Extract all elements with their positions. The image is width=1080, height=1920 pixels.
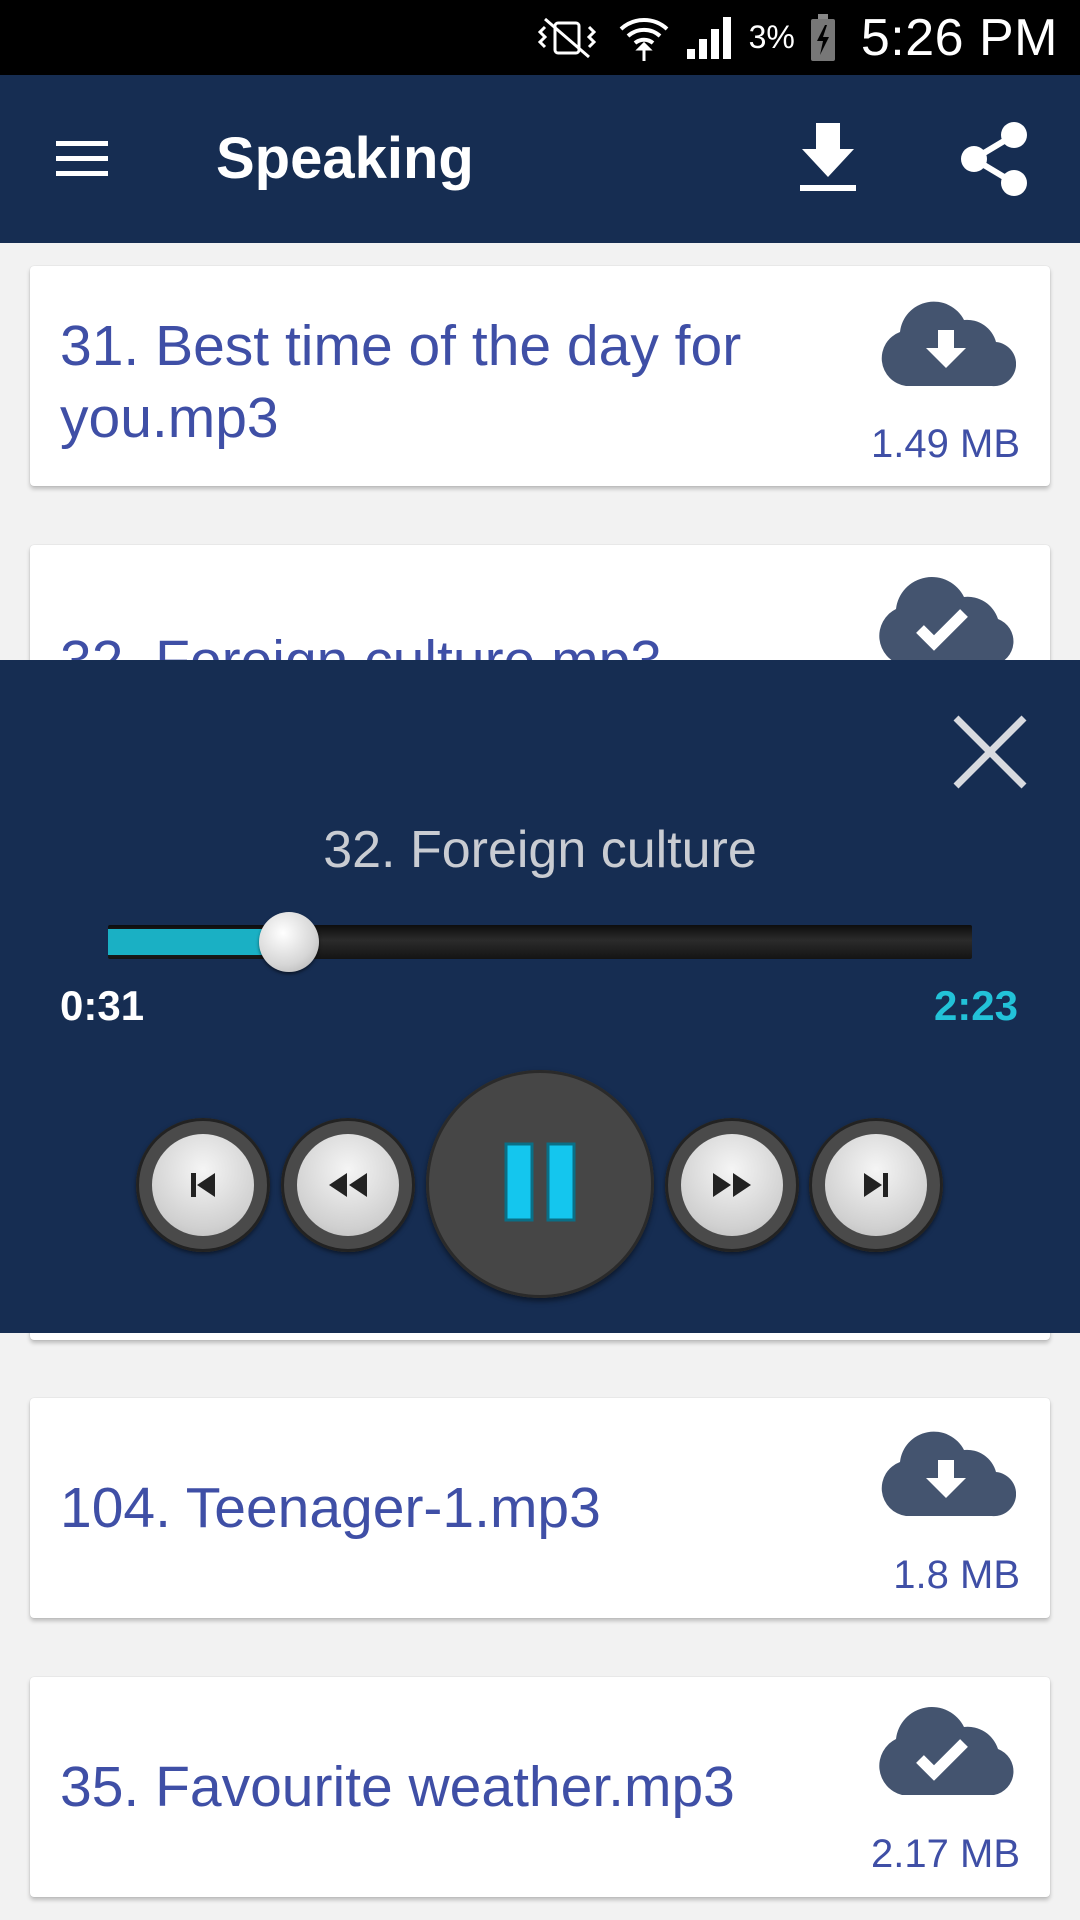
total-time: 2:23 <box>933 982 1018 1029</box>
file-size: 1.8 MB <box>893 1553 1020 1597</box>
file-size: 2.17 MB <box>871 1832 1020 1876</box>
list-item-name: 35. Favourite weather.mp3 <box>60 1755 735 1819</box>
close-icon[interactable] <box>950 712 1030 792</box>
rewind-button[interactable] <box>281 1118 415 1252</box>
cloud-check-icon[interactable] <box>870 569 1014 669</box>
file-size: 1.49 MB <box>871 422 1020 466</box>
battery-percent: 3% <box>748 19 795 55</box>
cloud-check-icon[interactable] <box>870 1699 1014 1799</box>
current-time: 0:31 <box>60 982 145 1029</box>
cloud-download-icon[interactable] <box>876 290 1017 390</box>
cloud-download-icon[interactable] <box>876 1420 1017 1520</box>
skip-previous-icon <box>152 1134 254 1236</box>
wifi-icon <box>617 13 671 63</box>
seek-thumb[interactable] <box>259 912 320 972</box>
audio-player-panel: 32. Foreign culture 0:31 2:23 <box>0 660 1080 1333</box>
skip-next-icon <box>825 1134 927 1236</box>
list-item[interactable]: 31. Best time of the day for you.mp3 1.4… <box>30 266 1050 486</box>
page-title: Speaking <box>216 126 474 191</box>
list-item-name: 31. Best time of the day for you.mp3 <box>60 314 742 450</box>
menu-icon[interactable] <box>50 133 114 183</box>
app-screen: 3% 5:26 PM Speaking 31. Best time of the… <box>0 0 1080 1920</box>
fast-forward-button[interactable] <box>665 1118 799 1252</box>
vibrate-mute-icon <box>531 15 603 61</box>
track-title: 32. Foreign culture <box>323 821 757 879</box>
seek-bar[interactable] <box>108 912 972 972</box>
rewind-icon <box>297 1134 399 1236</box>
skip-previous-button[interactable] <box>136 1118 270 1252</box>
fast-forward-icon <box>681 1134 783 1236</box>
download-icon[interactable] <box>796 117 860 197</box>
status-bar: 3% 5:26 PM <box>0 0 1080 75</box>
status-clock: 5:26 PM <box>860 8 1058 67</box>
list-item[interactable]: 35. Favourite weather.mp3 2.17 MB <box>30 1677 1050 1897</box>
signal-icon <box>685 15 735 61</box>
app-bar: Speaking <box>0 75 1080 243</box>
pause-button[interactable] <box>426 1070 654 1298</box>
list-item-name: 104. Teenager-1.mp3 <box>60 1476 601 1540</box>
pause-icon <box>498 1140 582 1229</box>
list-item[interactable]: 104. Teenager-1.mp3 1.8 MB <box>30 1398 1050 1618</box>
skip-next-button[interactable] <box>809 1118 943 1252</box>
battery-charging-icon <box>809 13 837 63</box>
share-icon[interactable] <box>958 119 1030 199</box>
